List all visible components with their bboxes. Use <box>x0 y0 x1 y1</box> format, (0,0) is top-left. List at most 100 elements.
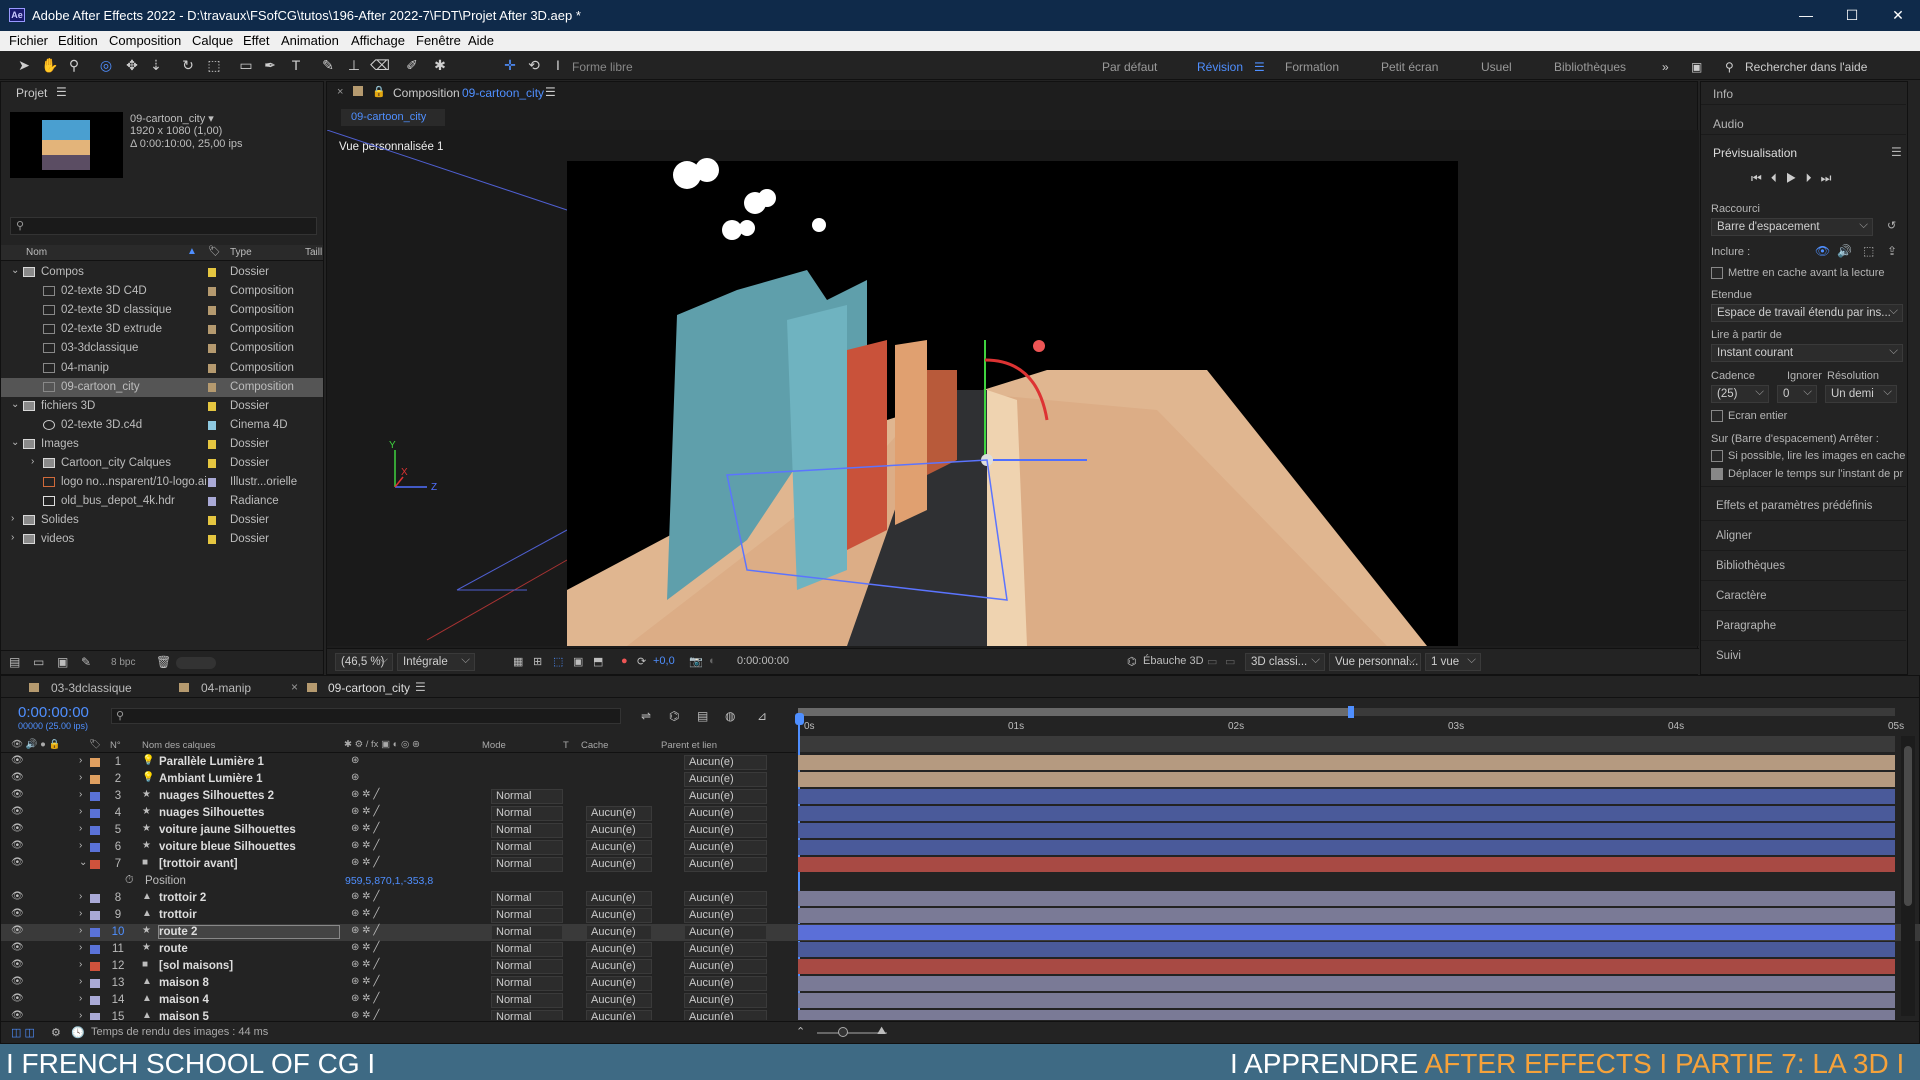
thumbnail-slider[interactable] <box>176 657 216 669</box>
layer-cache-select[interactable]: Aucun(e) <box>586 925 652 940</box>
workspace-menu-icon[interactable]: ☰ <box>1254 60 1265 74</box>
layer-parent-select[interactable]: Aucun(e) <box>684 993 767 1008</box>
layer-switches[interactable]: ⊛ ✲ ╱ <box>351 857 379 868</box>
layer-mode-select[interactable]: Normal <box>491 959 563 974</box>
visibility-icon[interactable]: 👁 <box>11 942 24 953</box>
visibility-icon[interactable]: 👁 <box>11 976 24 987</box>
layer-switches[interactable]: ⊛ ✲ ╱ <box>351 942 379 953</box>
layer-row[interactable]: 👁 › 14 ▲ maison 4 ⊛ ✲ ╱ Normal Aucun(e) Aucun(e) <box>1 992 1920 1009</box>
comp-flowchart-icon[interactable]: ⇌ <box>641 709 651 723</box>
layer-switches[interactable]: ⊛ ✲ ╱ <box>351 976 379 987</box>
label-swatch[interactable] <box>208 287 216 297</box>
twirl-icon[interactable]: ⌄ <box>11 437 19 448</box>
label-swatch[interactable] <box>208 344 216 354</box>
preview-menu-icon[interactable]: ☰ <box>1891 145 1902 159</box>
layer-label-swatch[interactable] <box>90 962 100 971</box>
minimize-button[interactable]: — <box>1786 4 1826 26</box>
label-swatch[interactable] <box>208 401 216 411</box>
reset-exposure-icon[interactable]: ⟳ <box>637 655 646 668</box>
stopwatch-icon[interactable]: ⏱ <box>125 874 134 887</box>
layer-switches[interactable]: ⊛ ✲ ╱ <box>351 891 379 902</box>
cadence-select[interactable]: (25) <box>1711 384 1769 403</box>
text-tool-icon[interactable]: T <box>286 56 306 74</box>
layer-name[interactable]: trottoir 2 <box>159 892 206 904</box>
include-audio-icon[interactable]: 🔊 <box>1837 244 1852 258</box>
shy-icon[interactable]: ▤ <box>697 709 708 723</box>
layer-label-swatch[interactable] <box>90 945 100 954</box>
layout-icon[interactable]: ▣ <box>1691 60 1702 74</box>
twirl-icon[interactable]: › <box>79 823 82 834</box>
layer-parent-select[interactable]: Aucun(e) <box>684 789 767 804</box>
composition-name[interactable]: 09-cartoon_city <box>462 86 544 100</box>
layer-mode-select[interactable]: Normal <box>491 908 563 923</box>
layer-row[interactable]: 👁 › 2 💡 Ambiant Lumière 1 ⊛ Aucun(e) <box>1 771 1920 788</box>
help-search-icon[interactable]: ⚲ <box>1725 60 1734 74</box>
layer-mode-select[interactable]: Normal <box>491 891 563 906</box>
layer-search-input[interactable]: ⚲ <box>111 708 621 724</box>
timeline-menu-icon[interactable]: ☰ <box>415 680 426 694</box>
project-search-input[interactable]: ⚲ <box>10 217 317 235</box>
menu-affichage[interactable]: Affichage <box>351 33 405 48</box>
twirl-icon[interactable]: › <box>79 806 82 817</box>
layer-mode-select[interactable]: Normal <box>491 823 563 838</box>
layer-duration-bar[interactable] <box>798 942 1895 957</box>
selection-tool-icon[interactable]: ➤ <box>14 56 34 74</box>
col-parent[interactable]: Parent et lien <box>661 740 717 751</box>
viewer[interactable]: Vue personnalisée 1 Y X Z <box>327 130 1699 646</box>
twirl-icon[interactable]: › <box>31 456 34 467</box>
project-item[interactable]: ⌄ Compos Dossier <box>1 263 323 282</box>
view-layout-select[interactable]: 1 vue <box>1425 652 1481 671</box>
layer-name[interactable]: voiture jaune Silhouettes <box>159 824 296 836</box>
menu-animation[interactable]: Animation <box>281 33 339 48</box>
channel-icon[interactable]: ⬒ <box>593 655 603 668</box>
layer-row[interactable]: 👁 › 10 ★ route 2 ⊛ ✲ ╱ Normal Aucun(e) Aucun(e) <box>1 924 1920 941</box>
panel-menu-icon[interactable]: ☰ <box>56 85 67 99</box>
col-mode[interactable]: Mode <box>482 740 506 751</box>
layer-name[interactable]: trottoir <box>159 909 197 921</box>
brush-tool-icon[interactable]: ✎ <box>318 56 338 74</box>
forme-libre-label[interactable]: Forme libre <box>572 60 633 74</box>
layer-label-swatch[interactable] <box>90 843 100 852</box>
layer-row[interactable]: 👁 › 12 ■ [sol maisons] ⊛ ✲ ╱ Normal Aucun(e) Auc… <box>1 958 1920 975</box>
label-swatch[interactable] <box>208 268 216 277</box>
project-item[interactable]: 02-texte 3D extrude Composition <box>1 320 323 339</box>
layer-duration-bar[interactable] <box>798 908 1895 923</box>
work-area-end-handle[interactable] <box>1348 706 1354 718</box>
layer-name[interactable]: route 2 <box>158 925 340 939</box>
roto-brush-icon[interactable]: ✐ <box>402 56 422 74</box>
twirl-icon[interactable]: › <box>79 993 82 1004</box>
layer-label-swatch[interactable] <box>90 860 100 869</box>
view-axis-icon[interactable]: I <box>548 56 568 74</box>
layer-switches[interactable]: ⊛ ✲ ╱ <box>351 840 379 851</box>
close-button[interactable]: ✕ <box>1878 4 1918 26</box>
snapshot-icon[interactable]: 📷 <box>689 655 703 668</box>
workspace-revision[interactable]: Révision <box>1197 60 1243 74</box>
layer-parent-select[interactable]: Aucun(e) <box>684 840 767 855</box>
layer-mode-select[interactable]: Normal <box>491 993 563 1008</box>
axis-mode-icon[interactable]: ✛ <box>500 56 520 74</box>
twirl-icon[interactable]: › <box>79 840 82 851</box>
orbit-camera-icon[interactable]: ◎ <box>96 56 116 74</box>
layer-label-swatch[interactable] <box>90 996 100 1005</box>
layer-parent-select[interactable]: Aucun(e) <box>684 857 767 872</box>
comp-panel-menu-icon[interactable]: ☰ <box>545 85 556 99</box>
comp-tab[interactable]: 09-cartoon_city <box>341 109 445 126</box>
twirl-icon[interactable]: ⌄ <box>11 399 19 410</box>
twirl-icon[interactable]: › <box>11 513 14 524</box>
label-swatch[interactable] <box>208 363 216 373</box>
layer-switches[interactable]: ⊛ <box>351 772 359 783</box>
pen-tool-icon[interactable]: ✒ <box>260 56 280 74</box>
project-title[interactable]: Projet <box>16 86 47 100</box>
info-panel[interactable]: Info <box>1713 87 1733 101</box>
twirl-icon[interactable]: › <box>79 755 82 766</box>
layer-name[interactable]: [trottoir avant] <box>159 858 238 870</box>
layer-switches[interactable]: ⊛ ✲ ╱ <box>351 789 379 800</box>
label-swatch[interactable] <box>208 382 216 392</box>
visibility-icon[interactable]: 👁 <box>11 993 24 1004</box>
layer-cache-select[interactable]: Aucun(e) <box>586 1010 652 1020</box>
export-icon[interactable]: ⇪ <box>1887 244 1897 258</box>
layer-row[interactable]: 👁 › 4 ★ nuages Silhouettes ⊛ ✲ ╱ Normal Aucun(e… <box>1 805 1920 822</box>
resolution-select[interactable]: Intégrale <box>397 652 475 671</box>
visibility-icon[interactable]: 👁 <box>11 857 24 868</box>
visibility-icon[interactable]: 👁 <box>11 806 24 817</box>
